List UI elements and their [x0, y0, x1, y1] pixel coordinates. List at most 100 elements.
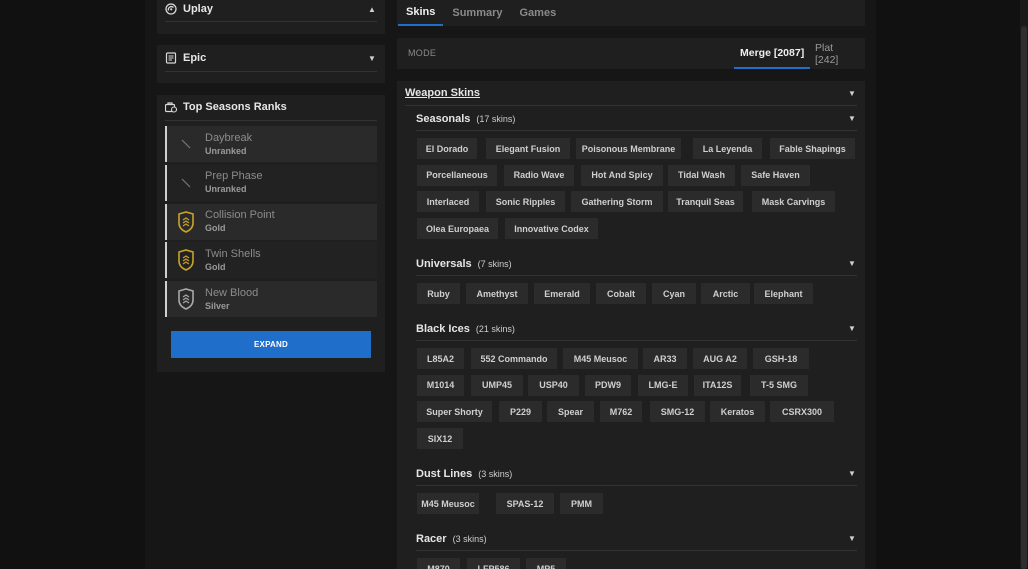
skin-group-name: Universals	[416, 257, 472, 270]
skin-chip[interactable]: L85A2	[417, 348, 464, 369]
epic-icon	[165, 52, 177, 64]
tab-summary[interactable]: Summary	[444, 0, 510, 26]
expand-button[interactable]: EXPAND	[171, 331, 371, 358]
skin-group-header[interactable]: Racer (3 skins) ▼	[416, 527, 857, 551]
skin-chip[interactable]: La Leyenda	[693, 138, 762, 159]
epic-panel[interactable]: Epic ▼	[157, 45, 385, 83]
collapse-caret-icon[interactable]: ▲	[367, 5, 377, 14]
chevron-down-icon[interactable]: ▼	[847, 324, 857, 333]
skin-group-count: (7 skins)	[477, 258, 512, 269]
uplay-panel[interactable]: Uplay ▲	[157, 0, 385, 34]
skin-chip[interactable]: M870	[417, 558, 460, 569]
skin-chip[interactable]: M45 Meusoc	[563, 348, 638, 369]
skin-chip[interactable]: M762	[600, 401, 642, 423]
season-name: New Blood	[205, 286, 259, 299]
skin-chip[interactable]: PDW9	[585, 374, 631, 396]
skin-chip[interactable]: Elephant	[754, 283, 813, 304]
season-name: Prep Phase	[205, 170, 263, 183]
gold-rank-icon	[167, 204, 205, 240]
skin-group-header[interactable]: Seasonals (17 skins) ▼	[416, 107, 857, 131]
skin-chip[interactable]: Mask Carvings	[752, 191, 835, 213]
scrollbar[interactable]	[1020, 0, 1028, 569]
rank-row: Daybreak Unranked	[165, 126, 377, 162]
weapon-skins-title: Weapon Skins	[405, 87, 480, 99]
skin-chip[interactable]: Safe Haven	[741, 164, 810, 186]
skin-chip[interactable]: LFP586	[467, 558, 520, 569]
chevron-down-icon[interactable]: ▼	[847, 259, 857, 268]
skin-chip[interactable]: Cobalt	[596, 283, 646, 304]
skin-chip[interactable]: Ruby	[417, 283, 460, 304]
skin-chip[interactable]: USP40	[528, 374, 579, 396]
skin-chip[interactable]: PMM	[560, 493, 603, 514]
tab-skins[interactable]: Skins	[398, 0, 444, 26]
divider	[165, 120, 377, 121]
rank-name: Unranked	[205, 145, 247, 156]
skin-chip[interactable]: AUG A2	[693, 348, 747, 369]
skin-chip[interactable]: M45 Meusoc	[417, 493, 479, 514]
skin-chip[interactable]: Sonic Ripples	[486, 191, 565, 213]
skin-chip[interactable]: T-5 SMG	[750, 374, 808, 396]
skin-chip[interactable]: Porcellaneous	[417, 164, 497, 186]
chevron-down-icon[interactable]: ▼	[847, 534, 857, 543]
skin-chip[interactable]: SPAS-12	[496, 493, 554, 514]
chevron-down-icon[interactable]: ▼	[847, 469, 857, 478]
skin-chip[interactable]: Hot And Spicy	[581, 164, 663, 186]
skin-group-header[interactable]: Black Ices (21 skins) ▼	[416, 317, 857, 341]
skin-chip[interactable]: CSRX300	[770, 401, 834, 423]
unranked-icon	[167, 165, 205, 201]
chevron-down-icon[interactable]: ▼	[847, 89, 857, 98]
skin-chip[interactable]: ITA12S	[694, 374, 741, 396]
skin-chip[interactable]: Tranquil Seas	[668, 191, 743, 213]
expand-caret-icon[interactable]: ▼	[367, 54, 377, 63]
scrollbar-thumb[interactable]	[1021, 26, 1027, 569]
skin-chip[interactable]: M1014	[417, 374, 464, 396]
unranked-icon	[167, 126, 205, 162]
skin-chip[interactable]: MP5	[526, 558, 566, 569]
skin-chip[interactable]: SIX12	[417, 428, 463, 450]
season-name: Daybreak	[205, 131, 253, 144]
mode-merge-option[interactable]: Merge [2087]	[734, 38, 811, 69]
skin-chip[interactable]: Fable Shapings	[770, 138, 855, 159]
top-seasons-header: Top Seasons Ranks	[157, 95, 385, 119]
skin-chip[interactable]: Elegant Fusion	[486, 138, 570, 159]
uplay-icon	[165, 3, 177, 15]
uplay-title: Uplay	[183, 3, 213, 15]
skin-chip[interactable]: Gathering Storm	[571, 191, 663, 213]
skin-chip[interactable]: El Dorado	[417, 138, 477, 159]
skin-chip[interactable]: Tidal Wash	[668, 164, 735, 186]
skin-chip[interactable]: GSH-18	[753, 348, 809, 369]
skin-chip[interactable]: Emerald	[534, 283, 590, 304]
weapon-skins-header[interactable]: Weapon Skins ▼	[405, 81, 857, 106]
skin-chip[interactable]: Radio Wave	[504, 164, 574, 186]
skin-chip[interactable]: Amethyst	[466, 283, 528, 304]
skin-chip[interactable]: Super Shorty	[417, 401, 492, 423]
season-name: Collision Point	[205, 209, 275, 222]
skin-chip[interactable]: Olea Europaea	[417, 218, 498, 240]
mode-bar: MODE Merge [2087] Plat [242]	[397, 38, 865, 69]
skin-group-name: Seasonals	[416, 112, 471, 125]
skin-chip[interactable]: SMG-12	[650, 401, 705, 423]
skin-group-header[interactable]: Universals (7 skins) ▼	[416, 252, 857, 276]
rank-row: New Blood Silver	[165, 281, 377, 318]
tab-games[interactable]: Games	[512, 0, 565, 26]
skin-group-count: (3 skins)	[452, 533, 487, 544]
skin-chip[interactable]: Interlaced	[417, 191, 479, 213]
epic-title: Epic	[183, 52, 207, 64]
skin-chip[interactable]: Spear	[547, 401, 594, 423]
skin-group-name: Black Ices	[416, 322, 470, 335]
skin-chip[interactable]: UMP45	[471, 374, 523, 396]
skin-chip[interactable]: Arctic	[701, 283, 750, 304]
rank-row: Prep Phase Unranked	[165, 164, 377, 201]
mode-label: MODE	[408, 48, 437, 58]
skin-chip[interactable]: Poisonous Membrane	[576, 138, 681, 159]
skin-chip[interactable]: Keratos	[710, 401, 765, 423]
skin-chip[interactable]: AR33	[643, 348, 687, 369]
skin-chip[interactable]: P229	[499, 401, 542, 423]
skin-chip[interactable]: 552 Commando	[471, 348, 557, 369]
chevron-down-icon[interactable]: ▼	[847, 114, 857, 123]
skin-chip[interactable]: LMG-E	[638, 374, 688, 396]
skin-chip[interactable]: Cyan	[652, 283, 696, 304]
mode-plat-option[interactable]: Plat [242]	[809, 38, 865, 69]
skin-group-header[interactable]: Dust Lines (3 skins) ▼	[416, 462, 857, 486]
skin-chip[interactable]: Innovative Codex	[505, 218, 598, 240]
